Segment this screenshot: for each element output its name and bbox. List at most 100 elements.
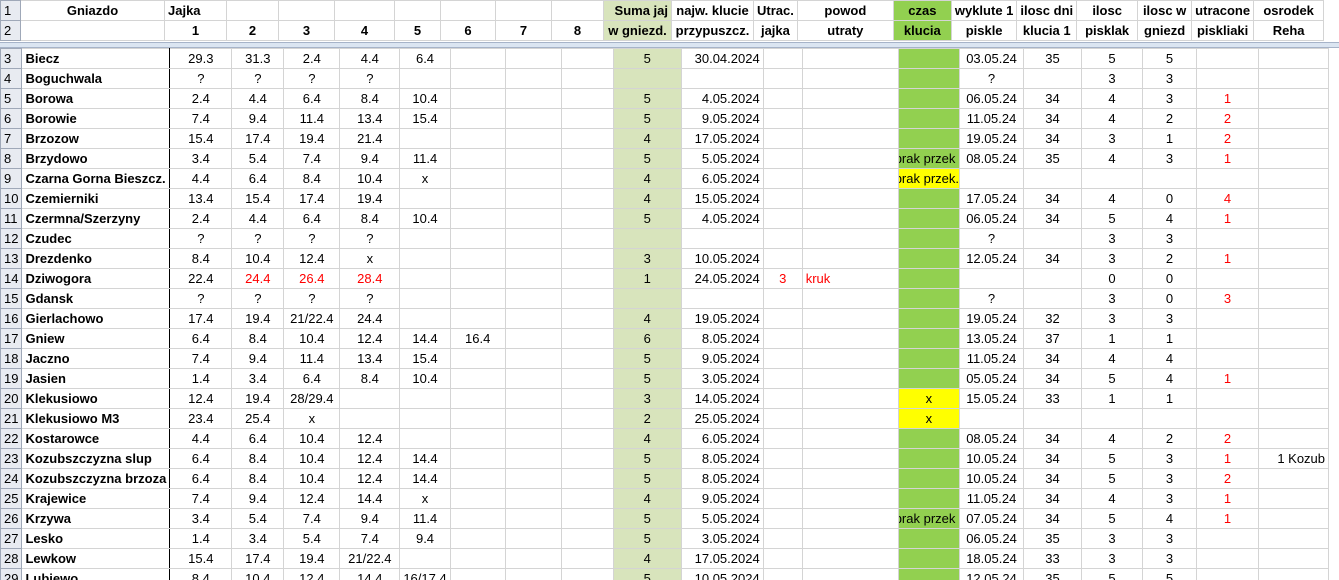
egg-date-cell[interactable]: 13.4 <box>169 188 233 209</box>
egg-date-cell[interactable]: 17.4 <box>169 308 233 329</box>
egg-date-cell[interactable]: 15.4 <box>231 188 285 209</box>
egg-date-cell[interactable]: 12.4 <box>283 248 341 269</box>
egg-date-cell[interactable]: 8.4 <box>231 468 285 489</box>
days-cell[interactable]: 34 <box>1023 188 1083 209</box>
hatch-time-cell[interactable] <box>897 68 961 89</box>
lost-eggs-cell[interactable] <box>762 188 803 209</box>
hatch-date-cell[interactable]: 30.04.2024 <box>680 48 764 69</box>
chicks-in-nest-cell[interactable]: 4 <box>1142 508 1198 529</box>
egg-date-cell[interactable] <box>560 268 614 289</box>
rehab-center-cell[interactable] <box>1258 48 1330 69</box>
rehab-center-cell[interactable] <box>1258 108 1330 129</box>
egg-date-cell[interactable] <box>560 488 614 509</box>
egg-date-cell[interactable]: 7.4 <box>169 108 233 129</box>
hatch-time-cell[interactable] <box>897 348 961 369</box>
egg-date-cell[interactable]: 9.4 <box>231 348 285 369</box>
loss-reason-cell[interactable] <box>801 88 899 109</box>
row-number[interactable]: 9 <box>0 168 23 189</box>
egg-date-cell[interactable]: 24.4 <box>231 268 285 289</box>
header-cell[interactable]: Utrac. <box>753 0 798 21</box>
egg-date-cell[interactable] <box>560 548 614 569</box>
hatch-time-cell[interactable]: x <box>897 408 961 429</box>
row-number[interactable]: 29 <box>0 568 23 580</box>
egg-date-cell[interactable]: 11.4 <box>399 148 451 169</box>
nest-name-cell[interactable]: Lewkow <box>21 548 171 569</box>
rehab-center-cell[interactable] <box>1258 528 1330 549</box>
egg-sum-cell[interactable]: 4 <box>612 168 682 189</box>
lost-chicks-cell[interactable]: 2 <box>1196 468 1260 489</box>
first-hatch-cell[interactable]: 15.05.24 <box>959 388 1025 409</box>
chicks-in-nest-cell[interactable]: 3 <box>1142 528 1198 549</box>
egg-date-cell[interactable]: 10.4 <box>399 208 451 229</box>
nest-name-cell[interactable]: Kozubszczyzna slup <box>21 448 171 469</box>
rehab-center-cell[interactable] <box>1258 68 1330 89</box>
hatch-time-cell[interactable]: brak przek <box>897 508 961 529</box>
hatch-date-cell[interactable]: 4.05.2024 <box>680 208 764 229</box>
hatch-date-cell[interactable]: 14.05.2024 <box>680 388 764 409</box>
first-hatch-cell[interactable]: 11.05.24 <box>959 108 1025 129</box>
egg-date-cell[interactable]: 11.4 <box>283 108 341 129</box>
egg-date-cell[interactable] <box>560 368 614 389</box>
first-hatch-cell[interactable] <box>959 408 1025 429</box>
egg-date-cell[interactable] <box>560 228 614 249</box>
header-cell[interactable]: gniezd <box>1137 20 1193 41</box>
egg-date-cell[interactable]: 15.4 <box>399 348 451 369</box>
egg-date-cell[interactable] <box>449 528 506 549</box>
egg-date-cell[interactable]: 9.4 <box>231 108 285 129</box>
egg-date-cell[interactable]: 24.4 <box>339 308 401 329</box>
loss-reason-cell[interactable] <box>801 228 899 249</box>
loss-reason-cell[interactable] <box>801 488 899 509</box>
first-hatch-cell[interactable]: 10.05.24 <box>959 448 1025 469</box>
nest-name-cell[interactable]: Czemierniki <box>21 188 171 209</box>
egg-date-cell[interactable] <box>399 408 451 429</box>
nest-name-cell[interactable]: Drezdenko <box>21 248 171 269</box>
row-number[interactable]: 3 <box>0 48 23 69</box>
egg-date-cell[interactable]: 12.4 <box>169 388 233 409</box>
egg-date-cell[interactable] <box>449 428 506 449</box>
egg-date-cell[interactable]: 28/29.4 <box>283 388 341 409</box>
nest-name-cell[interactable]: Kostarowce <box>21 428 171 449</box>
lost-chicks-cell[interactable] <box>1196 528 1260 549</box>
hatch-date-cell[interactable]: 9.05.2024 <box>680 108 764 129</box>
days-cell[interactable]: 35 <box>1023 568 1083 580</box>
egg-date-cell[interactable] <box>504 408 562 429</box>
row-number[interactable]: 15 <box>0 288 23 309</box>
egg-date-cell[interactable] <box>504 528 562 549</box>
chicks-in-nest-cell[interactable]: 2 <box>1142 108 1198 129</box>
egg-sum-cell[interactable]: 5 <box>612 108 682 129</box>
chicks-in-nest-cell[interactable]: 4 <box>1142 348 1198 369</box>
rehab-center-cell[interactable] <box>1258 168 1330 189</box>
egg-sum-cell[interactable]: 5 <box>612 448 682 469</box>
egg-date-cell[interactable]: 26.4 <box>283 268 341 289</box>
row-number[interactable]: 5 <box>0 88 23 109</box>
hatch-date-cell[interactable]: 6.05.2024 <box>680 428 764 449</box>
chicks-in-nest-cell[interactable] <box>1142 168 1198 189</box>
egg-date-cell[interactable] <box>560 168 614 189</box>
egg-date-cell[interactable] <box>560 408 614 429</box>
egg-date-cell[interactable]: ? <box>339 68 401 89</box>
nest-name-cell[interactable]: Krzywa <box>21 508 171 529</box>
hatch-time-cell[interactable] <box>897 248 961 269</box>
egg-date-cell[interactable]: 9.4 <box>339 508 401 529</box>
hatch-time-cell[interactable] <box>897 368 961 389</box>
chick-count-cell[interactable]: 3 <box>1081 308 1144 329</box>
egg-date-cell[interactable]: 11.4 <box>283 348 341 369</box>
nest-name-cell[interactable]: Biecz <box>21 48 171 69</box>
row-number[interactable]: 26 <box>0 508 23 529</box>
egg-date-cell[interactable]: 19.4 <box>283 128 341 149</box>
row-number[interactable]: 23 <box>0 448 23 469</box>
egg-date-cell[interactable] <box>449 88 506 109</box>
egg-date-cell[interactable]: 6.4 <box>399 48 451 69</box>
chicks-in-nest-cell[interactable]: 2 <box>1142 248 1198 269</box>
egg-date-cell[interactable] <box>504 48 562 69</box>
header-cell[interactable]: 1 <box>164 20 227 41</box>
rehab-center-cell[interactable] <box>1258 308 1330 329</box>
egg-date-cell[interactable] <box>449 108 506 129</box>
days-cell[interactable]: 37 <box>1023 328 1083 349</box>
chick-count-cell[interactable]: 5 <box>1081 468 1144 489</box>
lost-eggs-cell[interactable] <box>762 248 803 269</box>
egg-date-cell[interactable]: 22.4 <box>169 268 233 289</box>
egg-date-cell[interactable]: 8.4 <box>339 88 401 109</box>
egg-date-cell[interactable] <box>399 68 451 89</box>
egg-date-cell[interactable] <box>449 248 506 269</box>
